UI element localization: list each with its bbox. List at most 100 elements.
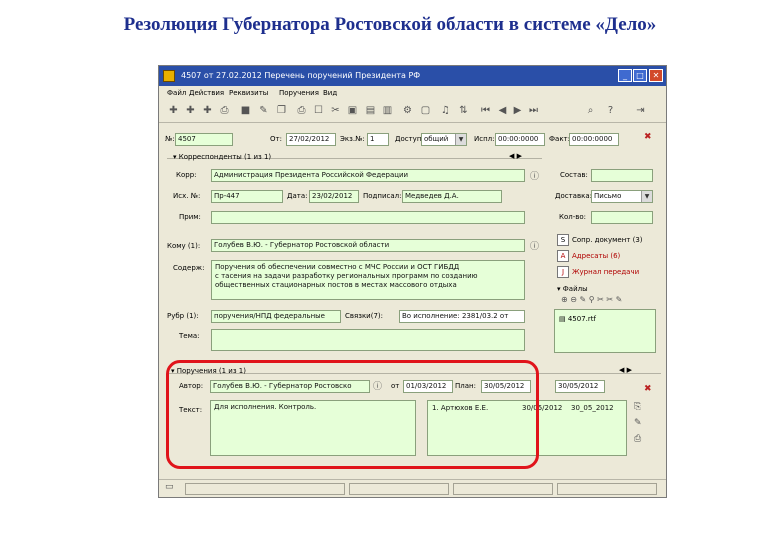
outdate-field[interactable]: 23/02/2012 bbox=[309, 190, 359, 203]
sort-icon[interactable]: ⇅ bbox=[457, 104, 470, 117]
attach-icon[interactable]: ⎙ bbox=[218, 104, 231, 117]
music-icon[interactable]: ♫ bbox=[439, 104, 452, 117]
delivery-value: Письмо bbox=[594, 192, 622, 200]
slide-title: Резолюция Губернатора Ростовской области… bbox=[123, 14, 657, 35]
new-copy-icon[interactable]: ✚ bbox=[184, 104, 197, 117]
date-field[interactable]: 27/02/2012 bbox=[286, 133, 336, 146]
remove-executor-icon[interactable]: ⎙ bbox=[634, 434, 641, 444]
outdate-label: Дата: bbox=[287, 192, 308, 200]
report-icon[interactable]: ▤ bbox=[364, 104, 377, 117]
maximize-button[interactable]: □ bbox=[633, 69, 647, 82]
delivery-label: Доставка: bbox=[555, 192, 592, 200]
preview-icon[interactable]: ☐ bbox=[312, 104, 325, 117]
prev-record-icon[interactable]: ◀ bbox=[496, 104, 509, 117]
delete-icon[interactable]: ✖ bbox=[644, 132, 652, 142]
chevron-down-icon[interactable]: ▼ bbox=[455, 134, 466, 145]
window-titlebar[interactable]: 4507 от 27.02.2012 Перечень поручений Пр… bbox=[159, 66, 666, 86]
chevron-down-icon[interactable]: ▼ bbox=[641, 191, 652, 202]
ispl-label: Испл: bbox=[474, 135, 495, 143]
window-title: 4507 от 27.02.2012 Перечень поручений Пр… bbox=[181, 71, 421, 80]
files-list[interactable]: ▤ 4507.rtf bbox=[554, 309, 656, 353]
menu-view[interactable]: Вид bbox=[323, 86, 337, 100]
korr-field[interactable]: Администрация Президента Российской Феде… bbox=[211, 169, 525, 182]
first-record-icon[interactable]: ⏮ bbox=[479, 104, 492, 117]
fact-field[interactable]: 00:00:0000 bbox=[569, 133, 619, 146]
links-field[interactable]: Во исполнение: 2381/03.2 от bbox=[399, 310, 525, 323]
edit-executor-icon[interactable]: ✎ bbox=[634, 418, 642, 428]
number-field[interactable]: 4507 bbox=[175, 133, 233, 146]
files-header[interactable]: ▾ Файлы bbox=[557, 285, 588, 293]
rubric-field[interactable]: поручения/НПД федеральные bbox=[211, 310, 341, 323]
transfer-log-button[interactable]: J Журнал передачи bbox=[557, 266, 639, 278]
files-header-text: Файлы bbox=[562, 285, 588, 293]
signed-field[interactable]: Медведев Д.А. bbox=[402, 190, 502, 203]
info-icon[interactable]: ⓘ bbox=[530, 169, 539, 182]
date-label: От: bbox=[270, 135, 282, 143]
komu-field[interactable]: Голубев В.Ю. - Губернатор Ростовской обл… bbox=[211, 239, 525, 252]
search-icon[interactable]: ⌕ bbox=[584, 104, 597, 117]
last-record-icon[interactable]: ⏭ bbox=[527, 104, 540, 117]
new-link-icon[interactable]: ✚ bbox=[201, 104, 214, 117]
menu-file[interactable]: Файл bbox=[167, 86, 186, 100]
transfer-log-label: Журнал передачи bbox=[572, 268, 640, 276]
settings-icon[interactable]: ⚙ bbox=[401, 104, 414, 117]
signed-label: Подписал: bbox=[363, 192, 402, 200]
addressees-label: Адресаты (6) bbox=[572, 252, 621, 260]
accompanying-docs-button[interactable]: S Сопр. документ (3) bbox=[557, 234, 643, 246]
links-label[interactable]: Связки(7): bbox=[345, 312, 383, 320]
menu-assignments[interactable]: Поручения bbox=[279, 86, 319, 100]
nav-arrows-icon[interactable]: ◀ ▶ bbox=[619, 366, 632, 374]
minimize-button[interactable]: _ bbox=[618, 69, 632, 82]
fact-date-field[interactable]: 30/05/2012 bbox=[555, 380, 605, 393]
ispl-field[interactable]: 00:00:0000 bbox=[495, 133, 545, 146]
komu-label: Кому (1): bbox=[167, 242, 201, 250]
sostav-field[interactable] bbox=[591, 169, 653, 182]
addressees-button[interactable]: A Адресаты (6) bbox=[557, 250, 620, 262]
pages-label: Кол-во: bbox=[559, 213, 587, 221]
next-record-icon[interactable]: ▶ bbox=[511, 104, 524, 117]
status-cell bbox=[557, 483, 657, 495]
access-label: Доступ: bbox=[395, 135, 424, 143]
correspondents-header[interactable]: ▾ Корреспонденты (1 из 1) bbox=[173, 153, 271, 161]
expand-icon[interactable]: ▭ bbox=[165, 482, 174, 492]
copy-icon[interactable]: ❐ bbox=[275, 104, 288, 117]
files-toolbar-icons[interactable]: ⊕ ⊖ ✎ ⚲ ✂ ✂ ✎ bbox=[561, 295, 622, 304]
close-button[interactable]: ✕ bbox=[649, 69, 663, 82]
window-icon[interactable]: ▢ bbox=[419, 104, 432, 117]
cut-icon[interactable]: ✂ bbox=[329, 104, 342, 117]
edit-icon[interactable]: ✎ bbox=[257, 104, 270, 117]
journal-icon: J bbox=[557, 266, 569, 278]
menu-requisites[interactable]: Реквизиты bbox=[229, 86, 268, 100]
export-icon[interactable]: ▥ bbox=[381, 104, 394, 117]
menu-actions[interactable]: Действия bbox=[189, 86, 224, 100]
save-icon[interactable]: ■ bbox=[239, 104, 252, 117]
pages-field[interactable] bbox=[591, 211, 653, 224]
info-icon[interactable]: ⓘ bbox=[530, 239, 539, 252]
file-name: 4507.rtf bbox=[567, 315, 596, 323]
nav-arrows-icon[interactable]: ◀ ▶ bbox=[509, 152, 522, 160]
rubric-label: Рубр (1): bbox=[167, 312, 199, 320]
content-label: Содерж: bbox=[173, 264, 205, 272]
print-icon[interactable]: ⎙ bbox=[295, 104, 308, 117]
file-item[interactable]: ▤ 4507.rtf bbox=[559, 315, 596, 323]
stamp-icon[interactable]: ▣ bbox=[346, 104, 359, 117]
theme-label: Тема: bbox=[179, 332, 200, 340]
access-select[interactable]: общий ▼ bbox=[421, 133, 467, 146]
content-line: общественных стационарных постов в места… bbox=[215, 281, 457, 289]
new-doc-icon[interactable]: ✚ bbox=[167, 104, 180, 117]
executor-date-2: 30_05_2012 bbox=[571, 404, 614, 412]
delete-icon[interactable]: ✖ bbox=[644, 384, 652, 394]
theme-field[interactable] bbox=[211, 329, 525, 351]
outnum-field[interactable]: Пр-447 bbox=[211, 190, 283, 203]
delivery-select[interactable]: Письмо ▼ bbox=[591, 190, 653, 203]
status-bar: ▭ bbox=[159, 479, 666, 497]
korr-label: Корр: bbox=[176, 171, 197, 179]
content-textarea[interactable]: Поручения об обеспечении совместно с МЧС… bbox=[211, 260, 525, 300]
help-icon[interactable]: ? bbox=[604, 104, 617, 117]
accompanying-docs-label: Сопр. документ (3) bbox=[572, 236, 643, 244]
add-executor-icon[interactable]: ⎘ bbox=[634, 402, 641, 412]
exit-icon[interactable]: ⇥ bbox=[634, 104, 647, 117]
note-field[interactable] bbox=[211, 211, 525, 224]
access-value: общий bbox=[424, 135, 449, 143]
copies-field[interactable]: 1 bbox=[367, 133, 389, 146]
